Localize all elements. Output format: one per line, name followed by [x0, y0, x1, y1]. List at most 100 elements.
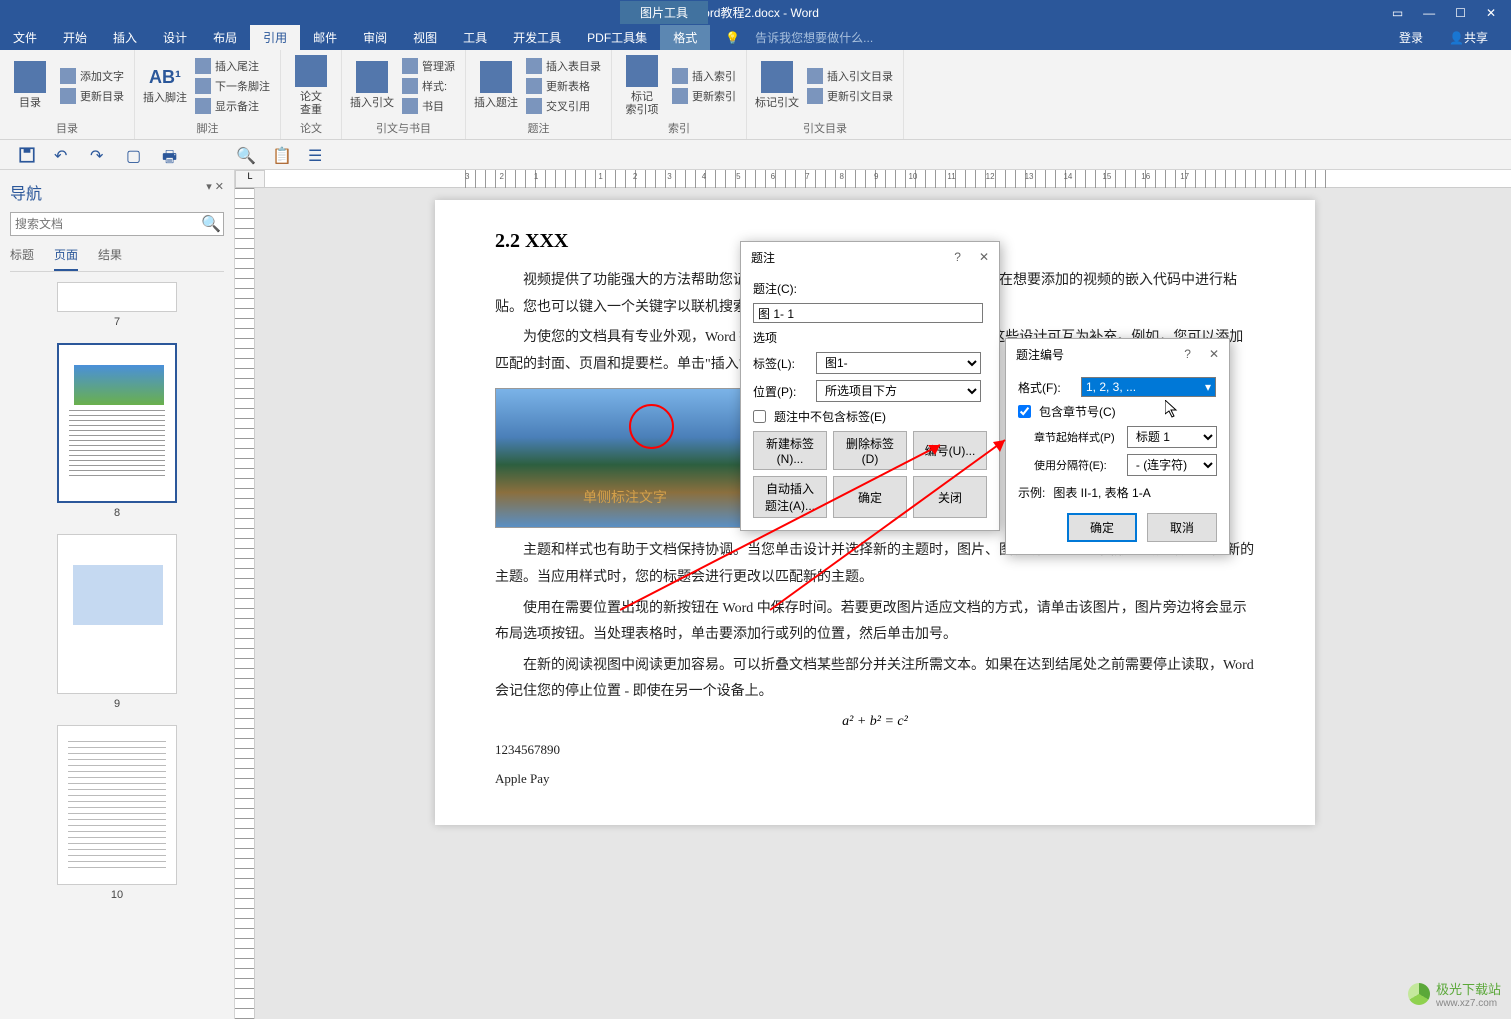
numbering-button[interactable]: 编号(U)...	[913, 431, 987, 470]
tof-icon	[526, 58, 542, 74]
horizontal-ruler[interactable]: 3211234567891011121314151617	[265, 170, 1511, 188]
select-icon[interactable]: ☰	[308, 146, 326, 164]
tell-me-input[interactable]: 告诉我您想要做什么...	[740, 29, 873, 46]
label-select[interactable]: 图1-	[816, 352, 981, 374]
autocaption-button[interactable]: 自动插入题注(A)...	[753, 476, 827, 518]
insert-index-button[interactable]: 插入索引	[670, 67, 738, 85]
insert-citation-button[interactable]: 插入引文	[350, 53, 394, 118]
thumb-page-8[interactable]: 8	[10, 343, 224, 519]
dialog-titlebar[interactable]: 题注 ? ✕	[741, 242, 999, 272]
insert-caption-button[interactable]: 插入题注	[474, 53, 518, 118]
example-value: 图表 II-1, 表格 1-A	[1053, 484, 1150, 501]
tab-review[interactable]: 审阅	[350, 25, 400, 50]
mark-citation-button[interactable]: 标记引文	[755, 53, 799, 118]
nav-tab-headings[interactable]: 标题	[10, 246, 34, 271]
ruler-corner[interactable]: L	[235, 170, 265, 188]
find-icon[interactable]: 🔍	[236, 146, 254, 164]
minimize-button[interactable]: —	[1423, 6, 1435, 20]
group-label-captions: 题注	[474, 118, 603, 136]
tab-file[interactable]: 文件	[0, 25, 50, 50]
add-text-button[interactable]: 添加文字	[58, 67, 126, 85]
delete-label-button[interactable]: 删除标签(D)	[833, 431, 907, 470]
update-table-button[interactable]: 更新表格	[524, 77, 603, 95]
tab-devtools[interactable]: 开发工具	[500, 25, 574, 50]
help-icon[interactable]: ?	[954, 250, 961, 264]
ribbon-group-captions: 插入题注 插入表目录 更新表格 交叉引用 题注	[466, 50, 612, 139]
help-icon[interactable]: ?	[1184, 347, 1191, 361]
chapter-start-select[interactable]: 标题 1	[1127, 426, 1217, 448]
dialog-titlebar[interactable]: 题注编号 ? ✕	[1006, 339, 1229, 369]
next-footnote-button[interactable]: 下一条脚注	[193, 77, 272, 95]
cancel-button[interactable]: 关闭	[913, 476, 987, 518]
update-toa-button[interactable]: 更新引文目录	[805, 87, 895, 105]
save-icon[interactable]	[18, 146, 36, 164]
position-select[interactable]: 所选项目下方	[816, 380, 981, 402]
new-icon[interactable]: ▢	[126, 146, 144, 164]
tab-design[interactable]: 设计	[150, 25, 200, 50]
research-button[interactable]: 论文 查重	[289, 53, 333, 118]
tab-pdftools[interactable]: PDF工具集	[574, 25, 660, 50]
update-toc-button[interactable]: 更新目录	[58, 87, 126, 105]
nav-search: 🔍	[10, 212, 224, 236]
style-button[interactable]: 样式:	[400, 77, 457, 95]
new-label-button[interactable]: 新建标签(N)...	[753, 431, 827, 470]
close-icon[interactable]: ✕	[1209, 347, 1219, 361]
include-chapter-checkbox[interactable]	[1018, 405, 1031, 418]
toc-button[interactable]: 目录	[8, 53, 52, 118]
maximize-button[interactable]: ☐	[1455, 6, 1466, 20]
tab-format[interactable]: 格式	[660, 25, 710, 50]
biblio-icon	[402, 98, 418, 114]
exclude-checkbox[interactable]	[753, 410, 766, 423]
doc-image[interactable]: 单侧标注文字	[495, 388, 755, 528]
separator-select[interactable]: - (连字符)	[1127, 454, 1217, 476]
tab-mailings[interactable]: 邮件	[300, 25, 350, 50]
tab-tools[interactable]: 工具	[450, 25, 500, 50]
login-button[interactable]: 登录	[1386, 25, 1436, 50]
doc-plain-text: 1234567890	[495, 738, 1255, 763]
search-icon[interactable]: 🔍	[199, 213, 223, 235]
cross-reference-button[interactable]: 交叉引用	[524, 97, 603, 115]
tab-view[interactable]: 视图	[400, 25, 450, 50]
thumb-page-7[interactable]: 7	[10, 282, 224, 328]
mark-entry-button[interactable]: 标记 索引项	[620, 53, 664, 118]
search-input[interactable]	[11, 213, 199, 235]
dialog-title: 题注编号	[1016, 346, 1064, 363]
share-button[interactable]: 👤共享	[1436, 25, 1501, 50]
bibliography-button[interactable]: 书目	[400, 97, 457, 115]
doc-paragraph: 使用在需要位置出现的新按钮在 Word 中保存时间。若要更改图片适应文档的方式，…	[495, 596, 1255, 649]
nav-tab-results[interactable]: 结果	[98, 246, 122, 271]
show-notes-button[interactable]: 显示备注	[193, 97, 272, 115]
vertical-ruler[interactable]	[235, 188, 255, 1019]
document-title: Word教程2.docx - Word	[692, 4, 819, 21]
insert-tof-button[interactable]: 插入表目录	[524, 57, 603, 75]
caption-input[interactable]	[753, 303, 983, 323]
mark-entry-icon	[626, 55, 658, 87]
window-controls: ▭ — ☐ ✕	[1392, 6, 1511, 20]
thumb-page-10[interactable]: 10	[10, 725, 224, 901]
tab-insert[interactable]: 插入	[100, 25, 150, 50]
print-icon[interactable]: 🖶	[162, 146, 180, 164]
ribbon-display-options-icon[interactable]: ▭	[1392, 6, 1403, 20]
caption-dialog: 题注 ? ✕ 题注(C): 选项 标签(L): 图1- 位置(P): 所选项目下…	[740, 241, 1000, 531]
insert-footnote-button[interactable]: AB¹插入脚注	[143, 53, 187, 118]
format-select[interactable]: 1, 2, 3, ...▾	[1081, 377, 1216, 397]
manage-sources-button[interactable]: 管理源	[400, 57, 457, 75]
ok-button[interactable]: 确定	[833, 476, 907, 518]
redo-icon[interactable]: ↷	[90, 146, 108, 164]
tab-home[interactable]: 开始	[50, 25, 100, 50]
undo-icon[interactable]: ↶	[54, 146, 72, 164]
next-footnote-icon	[195, 78, 211, 94]
update-index-button[interactable]: 更新索引	[670, 87, 738, 105]
tab-references[interactable]: 引用	[250, 25, 300, 50]
close-icon[interactable]: ✕	[979, 250, 989, 264]
paste-icon[interactable]: 📋	[272, 146, 290, 164]
nav-close-icon[interactable]: ▾ ✕	[206, 180, 224, 204]
ok-button[interactable]: 确定	[1067, 513, 1137, 542]
thumb-page-9[interactable]: 9	[10, 534, 224, 710]
cancel-button[interactable]: 取消	[1147, 513, 1217, 542]
close-button[interactable]: ✕	[1486, 6, 1496, 20]
insert-toa-button[interactable]: 插入引文目录	[805, 67, 895, 85]
tab-layout[interactable]: 布局	[200, 25, 250, 50]
nav-tab-pages[interactable]: 页面	[54, 246, 78, 271]
insert-endnote-button[interactable]: 插入尾注	[193, 57, 272, 75]
